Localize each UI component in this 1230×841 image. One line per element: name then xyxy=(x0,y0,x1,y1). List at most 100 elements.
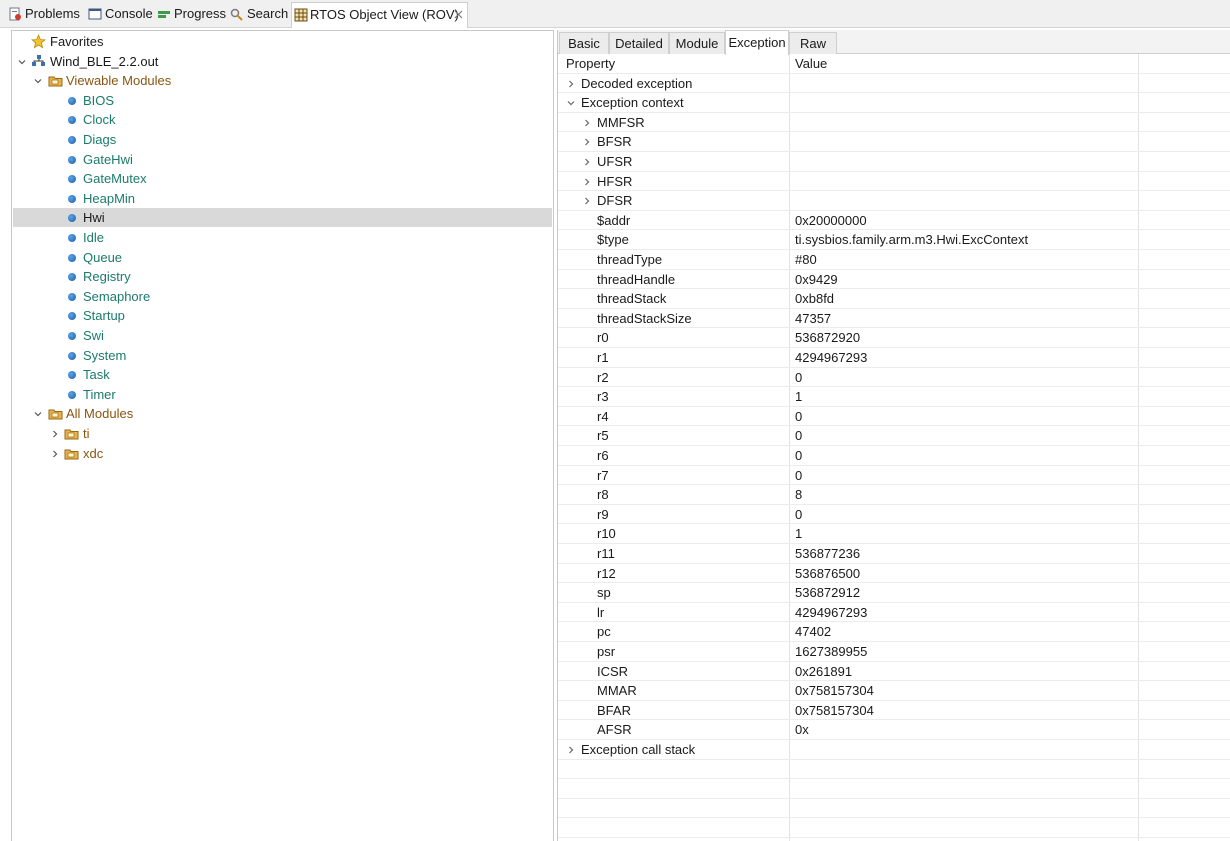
table-row[interactable]: Decoded exception xyxy=(558,74,1230,94)
tab-label: RTOS Object View (ROV) xyxy=(310,7,459,22)
chevron-right-icon[interactable] xyxy=(582,157,592,167)
chevron-down-icon[interactable] xyxy=(33,76,43,86)
detail-tab-bar: Basic Detailed Module Exception Raw xyxy=(558,30,1230,55)
tab-basic[interactable]: Basic xyxy=(559,32,609,54)
tree-item-module[interactable]: System xyxy=(13,346,552,365)
property-cell: r4 xyxy=(597,408,609,424)
chevron-right-icon[interactable] xyxy=(50,449,60,459)
chevron-down-icon[interactable] xyxy=(33,409,43,419)
tab-exception[interactable]: Exception xyxy=(725,30,789,55)
table-row[interactable]: Exception context xyxy=(558,93,1230,113)
table-row[interactable]: lr 4294967293 xyxy=(558,603,1230,623)
table-row[interactable]: threadStackSize 47357 xyxy=(558,309,1230,329)
tree-item-viewable-modules[interactable]: Viewable Modules xyxy=(13,71,552,90)
tree-item-module[interactable]: Queue xyxy=(13,248,552,267)
tree-item-module[interactable]: HeapMin xyxy=(13,189,552,208)
table-row[interactable] xyxy=(558,818,1230,838)
tree-item-module[interactable]: Diags xyxy=(13,130,552,149)
table-row[interactable]: MMFSR xyxy=(558,113,1230,133)
table-row[interactable]: HFSR xyxy=(558,172,1230,192)
tree-item-module[interactable]: GateMutex xyxy=(13,169,552,188)
tab-console[interactable]: Console xyxy=(88,3,153,25)
tree-item-program[interactable]: Wind_BLE_2.2.out xyxy=(13,52,552,71)
table-row[interactable]: pc 47402 xyxy=(558,622,1230,642)
table-row[interactable]: sp 536872912 xyxy=(558,583,1230,603)
property-cell: HFSR xyxy=(597,173,633,189)
table-row[interactable]: r12 536876500 xyxy=(558,564,1230,584)
module-bullet-icon xyxy=(68,351,76,360)
tree-item-module[interactable]: Hwi xyxy=(13,208,552,228)
chevron-down-icon[interactable] xyxy=(17,57,27,67)
property-table: Property Value Decoded exception Exceptio… xyxy=(558,54,1230,841)
close-icon[interactable] xyxy=(453,9,464,20)
tree-item-module[interactable]: Idle xyxy=(13,228,552,247)
table-row[interactable]: r11 536877236 xyxy=(558,544,1230,564)
table-row[interactable]: MMAR 0x758157304 xyxy=(558,681,1230,701)
tab-rov[interactable]: RTOS Object View (ROV) xyxy=(291,2,468,28)
table-row[interactable]: r8 8 xyxy=(558,485,1230,505)
tree-item-module[interactable]: Clock xyxy=(13,110,552,129)
column-header-property[interactable]: Property xyxy=(566,54,615,73)
tree-item-package-xdc[interactable]: xdc xyxy=(13,444,552,463)
table-row[interactable]: Exception call stack xyxy=(558,740,1230,760)
table-row[interactable]: r9 0 xyxy=(558,505,1230,525)
tab-raw[interactable]: Raw xyxy=(789,32,837,54)
tree-item-package-ti[interactable]: ti xyxy=(13,424,552,443)
table-row[interactable]: BFSR xyxy=(558,132,1230,152)
tab-problems[interactable]: Problems xyxy=(8,3,83,25)
table-row[interactable]: threadHandle 0x9429 xyxy=(558,270,1230,290)
column-header-value[interactable]: Value xyxy=(795,54,827,73)
table-row[interactable]: r4 0 xyxy=(558,407,1230,427)
view-tab-bar: Problems Console Progress Search RTOS Ob… xyxy=(0,0,1230,28)
chevron-right-icon[interactable] xyxy=(582,118,592,128)
table-row[interactable]: DFSR xyxy=(558,191,1230,211)
tree-item-module[interactable]: GateHwi xyxy=(13,150,552,169)
table-row[interactable]: r7 0 xyxy=(558,466,1230,486)
tab-progress[interactable]: Progress xyxy=(157,3,227,25)
chevron-right-icon[interactable] xyxy=(50,429,60,439)
table-row[interactable]: $type ti.sysbios.family.arm.m3.Hwi.ExcCon… xyxy=(558,230,1230,250)
table-row[interactable]: r2 0 xyxy=(558,368,1230,388)
property-cell: lr xyxy=(597,604,605,620)
table-row[interactable]: ICSR 0x261891 xyxy=(558,662,1230,682)
value-cell: 4294967293 xyxy=(795,350,868,365)
table-row[interactable]: AFSR 0x xyxy=(558,720,1230,740)
tree-item-label: Diags xyxy=(83,132,117,147)
table-row[interactable]: r10 1 xyxy=(558,524,1230,544)
tree-item-favorites[interactable]: Favorites xyxy=(13,32,552,51)
table-row[interactable]: r1 4294967293 xyxy=(558,348,1230,368)
value-cell: 536872912 xyxy=(795,585,861,601)
chevron-right-icon[interactable] xyxy=(582,177,592,187)
table-row[interactable]: $addr 0x20000000 xyxy=(558,211,1230,231)
table-row[interactable]: r0 536872920 xyxy=(558,328,1230,348)
table-row[interactable] xyxy=(558,779,1230,799)
table-row[interactable]: threadType #80 xyxy=(558,250,1230,270)
table-row[interactable]: r6 0 xyxy=(558,446,1230,466)
tree-item-module[interactable]: Startup xyxy=(13,306,552,325)
tab-module[interactable]: Module xyxy=(669,32,725,54)
table-row[interactable]: psr 1627389955 xyxy=(558,642,1230,662)
tree-item-all-modules[interactable]: All Modules xyxy=(13,404,552,423)
chevron-right-icon[interactable] xyxy=(582,137,592,147)
tree-item-module[interactable]: Semaphore xyxy=(13,287,552,306)
table-row[interactable]: UFSR xyxy=(558,152,1230,172)
tree-item-module[interactable]: Timer xyxy=(13,385,552,404)
tree-item-module[interactable]: Swi xyxy=(13,326,552,345)
chevron-right-icon[interactable] xyxy=(582,196,592,206)
value-cell: 0x xyxy=(795,722,809,738)
table-row[interactable] xyxy=(558,799,1230,819)
table-row[interactable] xyxy=(558,760,1230,780)
table-row[interactable]: BFAR 0x758157304 xyxy=(558,701,1230,721)
tree-item-module[interactable]: Registry xyxy=(13,267,552,286)
table-row[interactable]: r3 1 xyxy=(558,387,1230,407)
table-row[interactable]: r5 0 xyxy=(558,426,1230,446)
chevron-down-icon[interactable] xyxy=(566,98,576,108)
property-cell: r9 xyxy=(597,506,609,522)
chevron-right-icon[interactable] xyxy=(566,745,576,755)
table-row[interactable]: threadStack 0xb8fd xyxy=(558,289,1230,309)
tree-item-module[interactable]: BIOS xyxy=(13,91,552,110)
chevron-right-icon[interactable] xyxy=(566,79,576,89)
tab-search[interactable]: Search xyxy=(230,3,290,25)
tree-item-module[interactable]: Task xyxy=(13,365,552,384)
tab-detailed[interactable]: Detailed xyxy=(609,32,669,54)
